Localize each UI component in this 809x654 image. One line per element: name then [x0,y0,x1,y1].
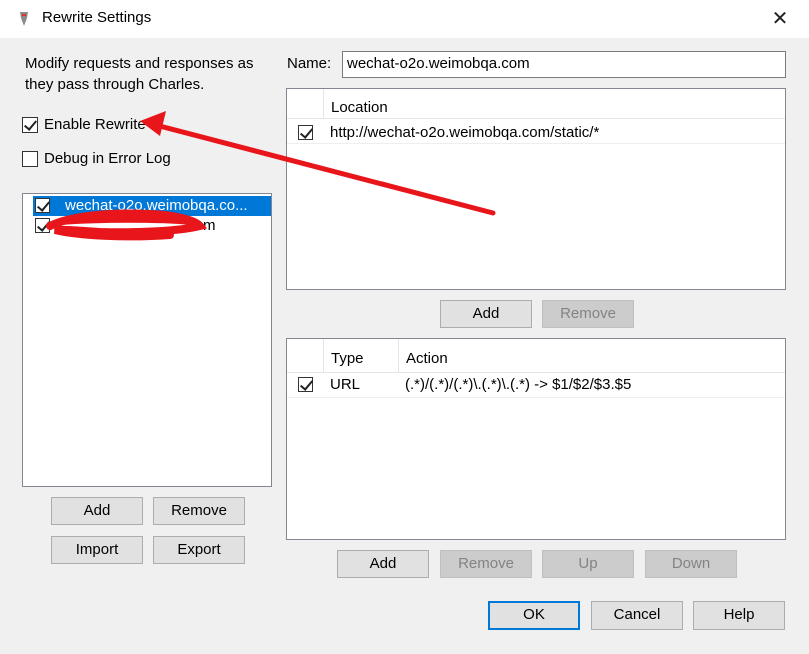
red-arrow-annotation [140,111,496,216]
annotation-overlay [46,111,496,241]
redaction-scribble [46,209,208,241]
